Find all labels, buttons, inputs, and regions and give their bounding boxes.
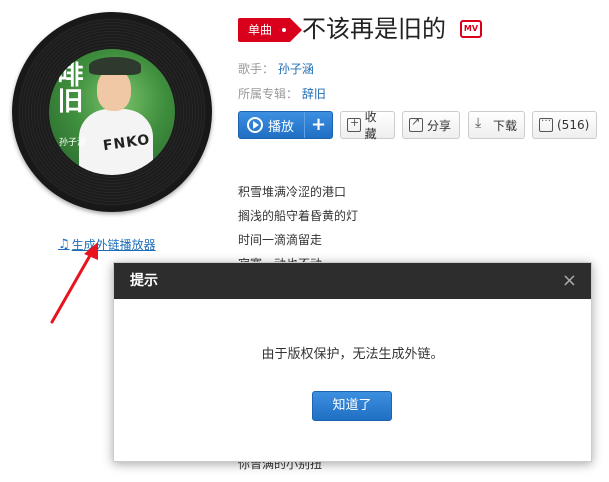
album-label: 所属专辑： (238, 87, 299, 101)
singer-row: 歌手： 孙子涵 (238, 60, 314, 77)
singer-label: 歌手： (238, 62, 275, 76)
share-button[interactable]: 分享 (402, 111, 460, 139)
singer-link[interactable]: 孙子涵 (278, 62, 314, 76)
add-to-playlist-button[interactable]: + (304, 112, 332, 138)
single-badge: 单曲 (238, 18, 303, 42)
single-badge-label: 单曲 (248, 23, 273, 37)
cover-artist-text: 孙子涵 (59, 138, 87, 148)
play-label: 播放 (268, 119, 295, 135)
collect-icon (347, 116, 361, 132)
play-button[interactable]: 播放 (239, 112, 304, 138)
comment-button[interactable]: (516) (532, 111, 597, 139)
lyric-line: 积雪堆满冷涩的港口 (238, 185, 347, 199)
dialog-title: 提示 (130, 273, 158, 289)
album-link[interactable]: 辞旧 (302, 87, 326, 101)
comment-count: (516) (557, 118, 590, 132)
album-cover: 啡旧 孙子涵 FNKO (49, 49, 175, 175)
download-button[interactable]: 下载 (468, 111, 525, 139)
cover-title-text: 啡旧 (53, 61, 83, 113)
lyric-line: 时间一滴滴留走 (238, 233, 323, 247)
download-label: 下载 (493, 118, 518, 133)
lyric-line: 搁浅的船守着昏黄的灯 (238, 209, 359, 223)
notice-dialog: 提示 × 由于版权保护，无法生成外链。 知道了 (113, 262, 592, 462)
dialog-message: 由于版权保护，无法生成外链。 (261, 347, 444, 362)
cover-figure-hat (89, 57, 141, 75)
song-page: 啡旧 孙子涵 FNKO ♫ 生成外链播放器 单曲 不该再是旧的 MV 歌手： 孙… (0, 0, 609, 482)
red-arrow-annotation (50, 242, 98, 324)
share-label: 分享 (427, 118, 452, 133)
album-vinyl[interactable]: 啡旧 孙子涵 FNKO (12, 12, 212, 212)
cover-figure-face (97, 69, 131, 111)
dialog-header: 提示 × (114, 263, 591, 299)
ok-button[interactable]: 知道了 (312, 391, 392, 421)
mv-icon[interactable]: MV (460, 20, 482, 38)
collect-button[interactable]: 收藏 (340, 110, 395, 141)
close-icon[interactable]: × (562, 263, 577, 299)
download-icon (475, 115, 489, 132)
share-icon (409, 115, 423, 132)
comment-icon (539, 113, 553, 132)
collect-label: 收藏 (364, 110, 377, 141)
play-button-group: 播放 + (238, 111, 333, 139)
album-row: 所属专辑： 辞旧 (238, 85, 326, 102)
play-icon (247, 117, 263, 133)
badge-dot (282, 28, 287, 32)
song-title: 不该再是旧的 (302, 15, 446, 43)
